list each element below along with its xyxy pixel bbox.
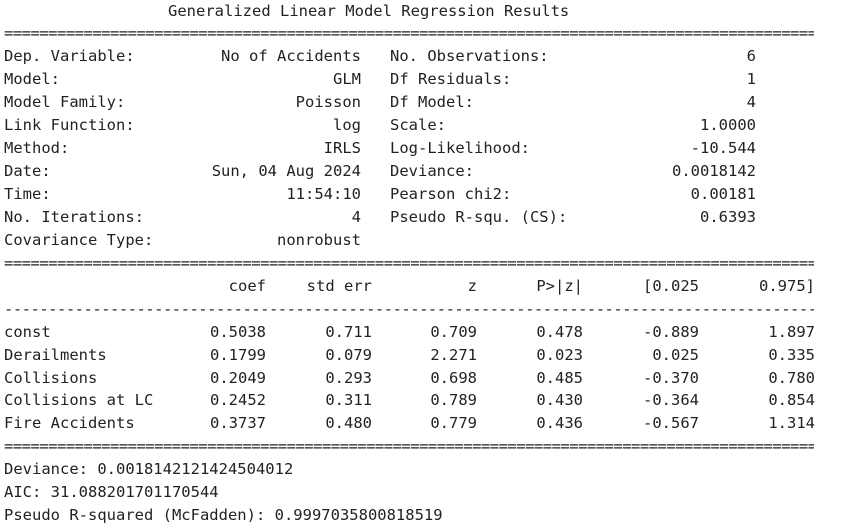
table-cell: 0.485: [536, 369, 583, 387]
column-header: coef: [228, 277, 266, 295]
summary-label: Covariance Type:: [4, 231, 154, 249]
pseudo-r2-line: Pseudo R-squared (McFadden): 0.999703580…: [4, 506, 443, 524]
summary-value: 0.0018142: [672, 162, 756, 180]
summary-label: No. Observations:: [390, 47, 549, 65]
summary-value: 1: [746, 70, 756, 88]
double-rule-mid: ========================================…: [4, 257, 814, 269]
table-cell: 2.271: [430, 346, 477, 364]
deviance-line: Deviance: 0.0018142121424504012: [4, 460, 294, 478]
double-rule-bottom: ========================================…: [4, 440, 814, 452]
table-cell: -0.364: [643, 391, 699, 409]
row-label: Collisions at LC: [4, 391, 154, 409]
row-label: Collisions: [4, 369, 98, 387]
summary-value: 0.00181: [690, 185, 756, 203]
summary-value: Poisson: [295, 93, 361, 111]
summary-value: -10.544: [690, 139, 756, 157]
column-header: std err: [306, 277, 372, 295]
table-cell: -0.370: [643, 369, 699, 387]
summary-value: 4: [746, 93, 756, 111]
column-header: 0.975]: [759, 277, 815, 295]
row-label: Fire Accidents: [4, 414, 135, 432]
table-cell: -0.567: [643, 414, 699, 432]
table-cell: 0.1799: [210, 346, 266, 364]
summary-value: nonrobust: [277, 231, 361, 249]
table-cell: 0.2049: [210, 369, 266, 387]
summary-value: log: [333, 116, 361, 134]
table-cell: 0.2452: [210, 391, 266, 409]
column-header: P>|z|: [536, 277, 583, 295]
summary-label: Deviance:: [390, 162, 474, 180]
summary-label: Time:: [4, 185, 51, 203]
column-header: z: [467, 277, 477, 295]
table-cell: 0.025: [652, 346, 699, 364]
table-cell: 0.789: [430, 391, 477, 409]
summary-value: 6: [746, 47, 756, 65]
row-label: const: [4, 323, 51, 341]
table-cell: 0.480: [325, 414, 372, 432]
table-cell: -0.889: [643, 323, 699, 341]
table-cell: 0.430: [536, 391, 583, 409]
summary-label: Link Function:: [4, 116, 135, 134]
summary-label: Df Residuals:: [390, 70, 512, 88]
summary-value: 1.0000: [700, 116, 756, 134]
summary-label: Dep. Variable:: [4, 47, 135, 65]
table-cell: 0.780: [768, 369, 815, 387]
table-cell: 0.436: [536, 414, 583, 432]
summary-value: Sun, 04 Aug 2024: [211, 162, 361, 180]
table-cell: 0.698: [430, 369, 477, 387]
results-title: Generalized Linear Model Regression Resu…: [168, 2, 570, 20]
summary-label: No. Iterations:: [4, 208, 144, 226]
aic-line: AIC: 31.088201701170544: [4, 483, 219, 501]
summary-value: No of Accidents: [221, 47, 361, 65]
summary-label: Method:: [4, 139, 70, 157]
row-label: Derailments: [4, 346, 107, 364]
double-rule-top: ========================================…: [4, 27, 814, 39]
summary-value: 0.6393: [700, 208, 756, 226]
summary-label: Df Model:: [390, 93, 474, 111]
summary-value: 11:54:10: [286, 185, 361, 203]
summary-value: GLM: [333, 70, 361, 88]
table-cell: 1.897: [768, 323, 815, 341]
summary-label: Pearson chi2:: [390, 185, 512, 203]
table-cell: 0.335: [768, 346, 815, 364]
summary-label: Log-Likelihood:: [390, 139, 530, 157]
table-cell: 0.711: [325, 323, 372, 341]
table-cell: 0.854: [768, 391, 815, 409]
summary-label: Pseudo R-squ. (CS):: [390, 208, 568, 226]
summary-value: 4: [351, 208, 361, 226]
table-cell: 0.709: [430, 323, 477, 341]
table-cell: 1.314: [768, 414, 815, 432]
table-cell: 0.079: [325, 346, 372, 364]
summary-label: Model:: [4, 70, 60, 88]
table-cell: 0.3737: [210, 414, 266, 432]
table-cell: 0.5038: [210, 323, 266, 341]
table-cell: 0.293: [325, 369, 372, 387]
summary-label: Model Family:: [4, 93, 126, 111]
table-cell: 0.478: [536, 323, 583, 341]
table-cell: 0.779: [430, 414, 477, 432]
column-header: [0.025: [643, 277, 699, 295]
summary-label: Scale:: [390, 116, 446, 134]
table-cell: 0.311: [325, 391, 372, 409]
dashed-rule: ----------------------------------------…: [4, 303, 814, 315]
summary-label: Date:: [4, 162, 51, 180]
table-cell: 0.023: [536, 346, 583, 364]
summary-value: IRLS: [323, 139, 361, 157]
